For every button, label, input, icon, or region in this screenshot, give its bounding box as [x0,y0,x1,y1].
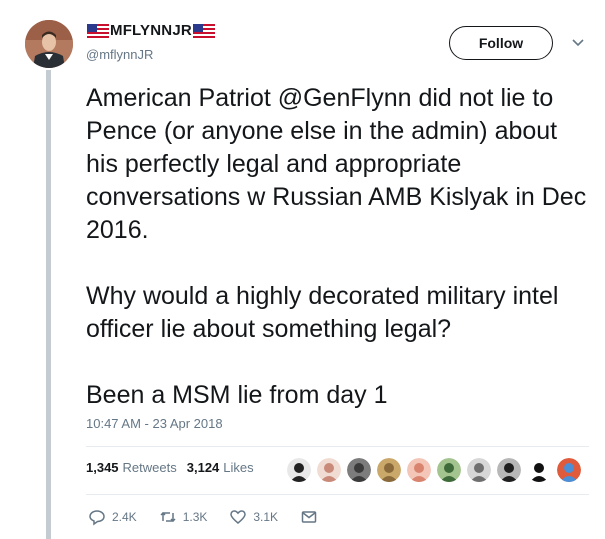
envelope-icon [301,511,317,523]
retweet-count: 1.3K [182,510,208,524]
us-flag-icon [87,23,109,38]
liker-avatar[interactable] [347,458,371,482]
avatar-photo [25,20,73,68]
liker-avatar[interactable] [377,458,401,482]
liker-avatars [287,458,587,482]
divider [86,494,589,495]
timestamp[interactable]: 10:47 AM - 23 Apr 2018 [86,416,223,431]
liker-avatar[interactable] [467,458,491,482]
retweet-icon [160,511,176,523]
likes-count: 3,124 [186,460,220,475]
like-count: 3.1K [253,510,279,524]
retweets-count: 1,345 [86,460,119,475]
like-button[interactable]: 3.1K [229,508,278,526]
liker-avatar[interactable] [557,458,581,482]
divider [86,446,589,447]
chevron-down-icon[interactable] [571,36,585,50]
tweet-stats: 1,345 Retweets 3,124 Likes [86,460,264,475]
liker-avatar[interactable] [497,458,521,482]
display-name-text: MFLYNNJR [110,22,192,39]
avatar[interactable] [25,20,73,68]
liker-avatar[interactable] [317,458,341,482]
direct-message-button[interactable] [300,508,324,526]
tweet-text: American Patriot @GenFlynn did not lie t… [86,82,596,412]
tweet-paragraph: American Patriot @GenFlynn did not lie t… [86,84,587,244]
reply-button[interactable]: 2.4K [88,508,137,526]
liker-avatar[interactable] [527,458,551,482]
retweets-label: Retweets [122,460,177,475]
thread-line [46,70,51,539]
handle[interactable]: @mflynnJR [86,47,153,62]
reply-count: 2.4K [112,510,137,524]
liker-avatar[interactable] [287,458,311,482]
display-name[interactable]: MFLYNNJR [86,22,216,39]
likes-stat[interactable]: 3,124 Likes [187,460,254,475]
us-flag-icon [192,23,215,38]
follow-button[interactable]: Follow [449,26,553,60]
tweet-paragraph: Why would a highly decorated military in… [86,282,559,343]
retweets-stat[interactable]: 1,345 Retweets [86,460,177,475]
retweet-button[interactable]: 1.3K [159,508,208,526]
tweet-actions: 2.4K 1.3K 3.1K [88,508,346,526]
likes-label: Likes [223,460,254,475]
liker-avatar[interactable] [437,458,461,482]
tweet-paragraph: Been a MSM lie from day 1 [86,381,388,409]
heart-icon [230,510,247,524]
reply-icon [89,510,105,526]
liker-avatar[interactable] [407,458,431,482]
